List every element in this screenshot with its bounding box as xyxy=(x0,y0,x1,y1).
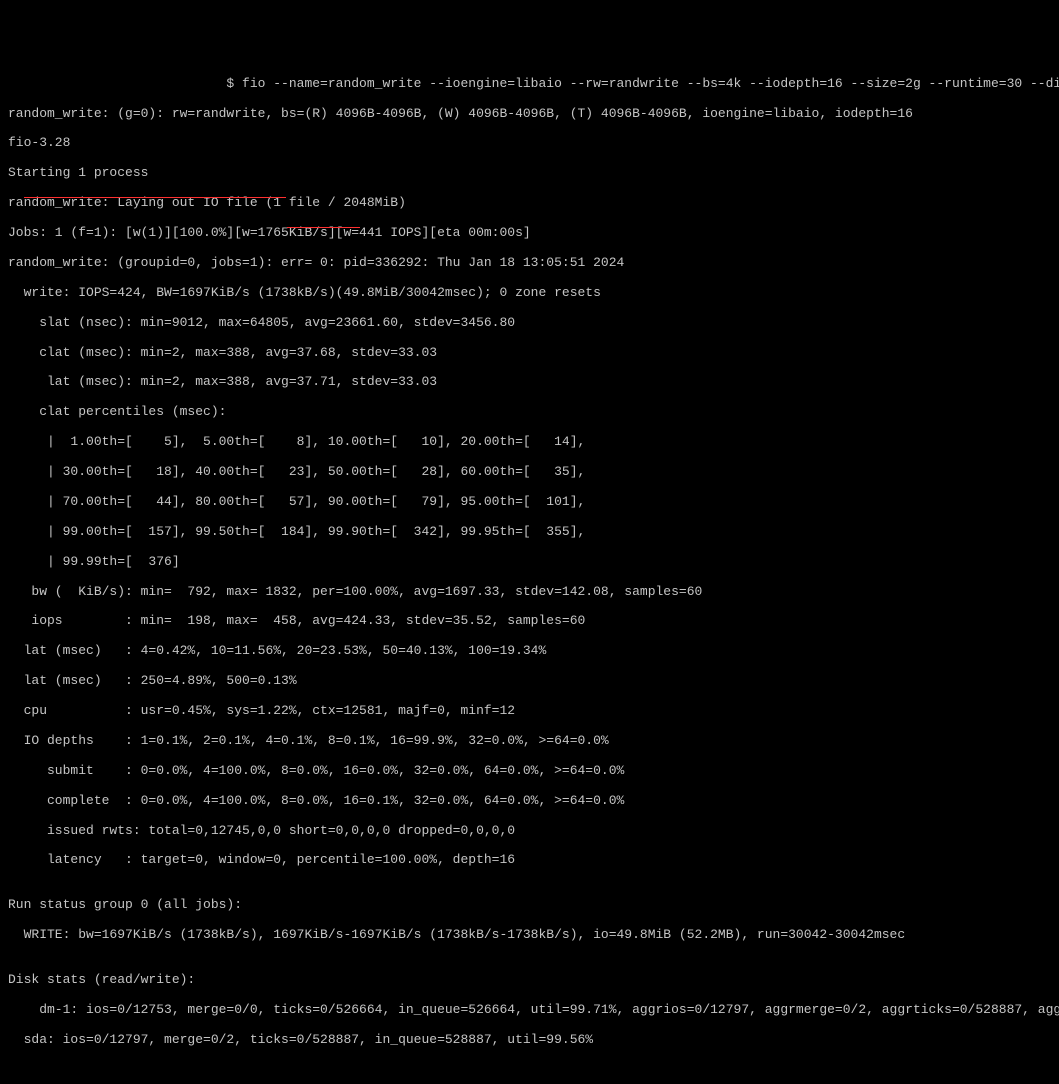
output-line-23: complete : 0=0.0%, 4=100.0%, 8=0.0%, 16=… xyxy=(8,794,1051,809)
output-line-12: | 30.00th=[ 18], 40.00th=[ 23], 50.00th=… xyxy=(8,465,1051,480)
output-line-21: IO depths : 1=0.1%, 2=0.1%, 4=0.1%, 8=0.… xyxy=(8,734,1051,749)
output-line-9: lat (msec): min=2, max=388, avg=37.71, s… xyxy=(8,375,1051,390)
output-line-1: fio-3.28 xyxy=(8,136,1051,151)
output-line-25: latency : target=0, window=0, percentile… xyxy=(8,853,1051,868)
terminal-output: $ fio --name=random_write --ioengine=lib… xyxy=(8,62,1051,1084)
output-line-11: | 1.00th=[ 5], 5.00th=[ 8], 10.00th=[ 10… xyxy=(8,435,1051,450)
output-line-4: Jobs: 1 (f=1): [w(1)][100.0%][w=1765KiB/… xyxy=(8,226,1051,241)
output-line-6: write: IOPS=424, BW=1697KiB/s (1738kB/s)… xyxy=(8,286,1051,301)
output-line-3: random_write: Laying out IO file (1 file… xyxy=(8,196,1051,211)
output-line-15: | 99.99th=[ 376] xyxy=(8,555,1051,570)
output-line-19: lat (msec) : 250=4.89%, 500=0.13% xyxy=(8,674,1051,689)
output-line-14: | 99.00th=[ 157], 99.50th=[ 184], 99.90t… xyxy=(8,525,1051,540)
output-line-30: Disk stats (read/write): xyxy=(8,973,1051,988)
output-line-27: Run status group 0 (all jobs): xyxy=(8,898,1051,913)
output-line-13: | 70.00th=[ 44], 80.00th=[ 57], 90.00th=… xyxy=(8,495,1051,510)
output-line-8: clat (msec): min=2, max=388, avg=37.68, … xyxy=(8,346,1051,361)
highlight-underline-2 xyxy=(287,227,360,228)
output-line-5: random_write: (groupid=0, jobs=1): err= … xyxy=(8,256,1051,271)
output-line-2: Starting 1 process xyxy=(8,166,1051,181)
output-line-24: issued rwts: total=0,12745,0,0 short=0,0… xyxy=(8,824,1051,839)
output-line-16: bw ( KiB/s): min= 792, max= 1832, per=10… xyxy=(8,585,1051,600)
output-line-22: submit : 0=0.0%, 4=100.0%, 8=0.0%, 16=0.… xyxy=(8,764,1051,779)
highlight-underline-1 xyxy=(24,197,286,198)
output-line-17: iops : min= 198, max= 458, avg=424.33, s… xyxy=(8,614,1051,629)
output-line-18: lat (msec) : 4=0.42%, 10=11.56%, 20=23.5… xyxy=(8,644,1051,659)
output-line-32: sda: ios=0/12797, merge=0/2, ticks=0/528… xyxy=(8,1033,1051,1048)
output-line-10: clat percentiles (msec): xyxy=(8,405,1051,420)
output-line-0: random_write: (g=0): rw=randwrite, bs=(R… xyxy=(8,107,1051,122)
output-line-28: WRITE: bw=1697KiB/s (1738kB/s), 1697KiB/… xyxy=(8,928,1051,943)
output-line-31: dm-1: ios=0/12753, merge=0/0, ticks=0/52… xyxy=(8,1003,1051,1018)
command-line: $ fio --name=random_write --ioengine=lib… xyxy=(8,77,1051,92)
output-line-7: slat (nsec): min=9012, max=64805, avg=23… xyxy=(8,316,1051,331)
output-line-20: cpu : usr=0.45%, sys=1.22%, ctx=12581, m… xyxy=(8,704,1051,719)
